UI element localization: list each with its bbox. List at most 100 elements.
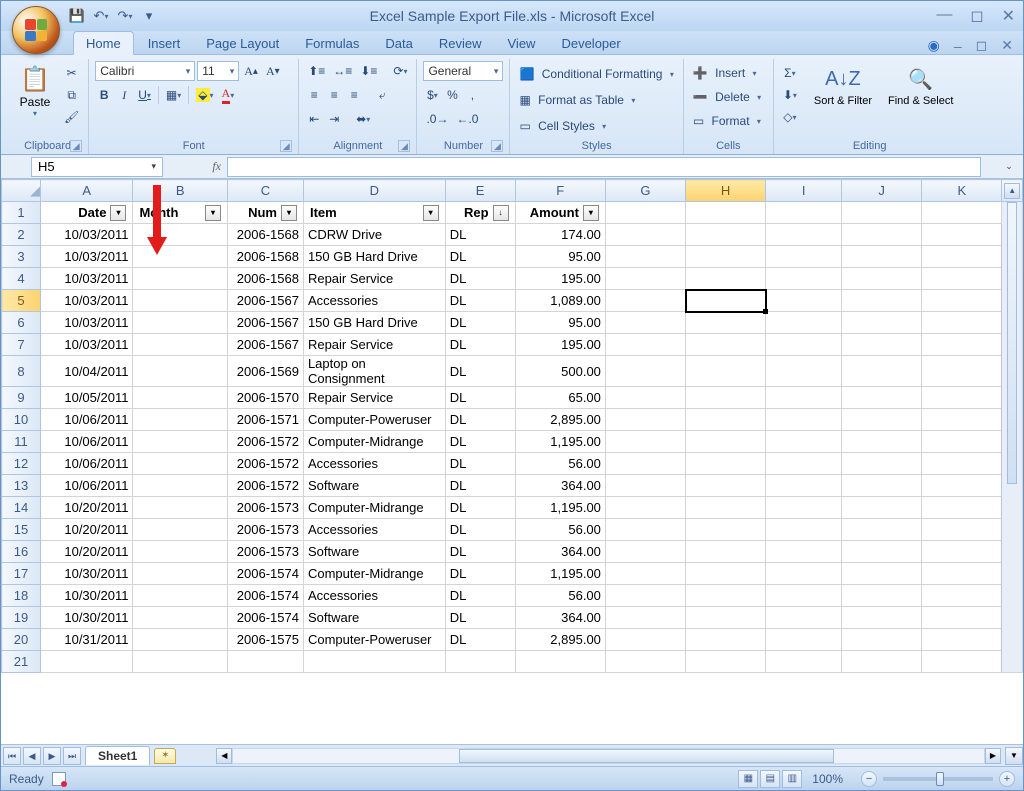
row-header-2[interactable]: 2 <box>2 224 41 246</box>
cell-D17[interactable]: Computer-Midrange <box>303 563 445 585</box>
row-header-19[interactable]: 19 <box>2 607 41 629</box>
hscroll-right-icon[interactable]: ▶ <box>985 748 1001 764</box>
cell-D7[interactable]: Repair Service <box>303 334 445 356</box>
save-icon[interactable]: 💾 <box>69 8 85 24</box>
cell-G16[interactable] <box>605 541 685 563</box>
col-header-H[interactable]: H <box>686 180 766 202</box>
copy-icon[interactable]: ⧉ <box>61 85 82 105</box>
clear-icon[interactable]: ◇▾ <box>780 107 800 127</box>
row-header-16[interactable]: 16 <box>2 541 41 563</box>
cell-B15[interactable] <box>133 519 227 541</box>
cell-K2[interactable] <box>922 224 1002 246</box>
cell-I2[interactable] <box>766 224 842 246</box>
font-name-combo[interactable]: Calibri▾ <box>95 61 195 81</box>
conditional-formatting-button[interactable]: 🟦 Conditional Formatting ▾ <box>516 63 676 85</box>
cell-K12[interactable] <box>922 453 1002 475</box>
cell-E17[interactable]: DL <box>445 563 515 585</box>
cell-J6[interactable] <box>842 312 922 334</box>
align-middle-icon[interactable]: ↔≡ <box>330 61 355 81</box>
cell-B6[interactable] <box>133 312 227 334</box>
cell-F19[interactable]: 364.00 <box>515 607 605 629</box>
cell-E9[interactable]: DL <box>445 387 515 409</box>
cell-C12[interactable]: 2006-1572 <box>227 453 303 475</box>
cell-B9[interactable] <box>133 387 227 409</box>
align-center-icon[interactable]: ≡ <box>325 85 343 105</box>
cell-G4[interactable] <box>605 268 685 290</box>
vscroll-thumb[interactable] <box>1007 202 1017 484</box>
cell-C19[interactable]: 2006-1574 <box>227 607 303 629</box>
cell-E14[interactable]: DL <box>445 497 515 519</box>
cell-J19[interactable] <box>842 607 922 629</box>
cell-K16[interactable] <box>922 541 1002 563</box>
cell-F10[interactable]: 2,895.00 <box>515 409 605 431</box>
cell-J21[interactable] <box>842 651 922 673</box>
cell-I21[interactable] <box>766 651 842 673</box>
cell-I13[interactable] <box>766 475 842 497</box>
cell-B5[interactable] <box>133 290 227 312</box>
cell-G14[interactable] <box>605 497 685 519</box>
italic-button[interactable]: I <box>115 85 133 105</box>
cell-B1[interactable]: Month▾ <box>133 202 227 224</box>
cell-G1[interactable] <box>605 202 685 224</box>
row-header-20[interactable]: 20 <box>2 629 41 651</box>
cell-B21[interactable] <box>133 651 227 673</box>
zoom-out-button[interactable]: − <box>861 771 877 787</box>
cell-G19[interactable] <box>605 607 685 629</box>
cell-B12[interactable] <box>133 453 227 475</box>
cut-icon[interactable]: ✂ <box>61 63 82 83</box>
cell-G9[interactable] <box>605 387 685 409</box>
cell-I11[interactable] <box>766 431 842 453</box>
cell-B7[interactable] <box>133 334 227 356</box>
cell-A14[interactable]: 10/20/2011 <box>41 497 133 519</box>
cell-D13[interactable]: Software <box>303 475 445 497</box>
number-dialog-launcher[interactable]: ◢ <box>491 140 503 152</box>
cell-E2[interactable]: DL <box>445 224 515 246</box>
cell-I17[interactable] <box>766 563 842 585</box>
cell-E4[interactable]: DL <box>445 268 515 290</box>
cell-styles-button[interactable]: ▭ Cell Styles ▾ <box>516 115 609 137</box>
cell-K18[interactable] <box>922 585 1002 607</box>
format-cells-button[interactable]: ▭ Format ▾ <box>690 111 764 131</box>
sort-filter-button[interactable]: A↓Z Sort & Filter <box>808 61 878 109</box>
cell-A6[interactable]: 10/03/2011 <box>41 312 133 334</box>
cell-E21[interactable] <box>445 651 515 673</box>
cell-C15[interactable]: 2006-1573 <box>227 519 303 541</box>
clipboard-dialog-launcher[interactable]: ◢ <box>70 140 82 152</box>
filter-button-D[interactable]: ▾ <box>423 205 439 221</box>
cell-B10[interactable] <box>133 409 227 431</box>
cell-H15[interactable] <box>686 519 766 541</box>
vscroll-up-cell[interactable]: ▲ <box>1002 180 1023 202</box>
cell-F1[interactable]: Amount▾ <box>515 202 605 224</box>
cell-G17[interactable] <box>605 563 685 585</box>
cell-H14[interactable] <box>686 497 766 519</box>
cell-I18[interactable] <box>766 585 842 607</box>
normal-view-button[interactable]: ▦ <box>738 770 758 788</box>
row-header-14[interactable]: 14 <box>2 497 41 519</box>
ribbon-tab-developer[interactable]: Developer <box>549 32 632 54</box>
insert-cells-button[interactable]: ➕ Insert ▾ <box>690 63 760 83</box>
new-sheet-button[interactable]: ✶ <box>154 748 176 764</box>
cell-E20[interactable]: DL <box>445 629 515 651</box>
formula-input[interactable] <box>227 157 981 177</box>
cell-G20[interactable] <box>605 629 685 651</box>
ribbon-tab-home[interactable]: Home <box>73 31 134 55</box>
tab-scroll-next[interactable]: ▶ <box>43 747 61 765</box>
cell-F17[interactable]: 1,195.00 <box>515 563 605 585</box>
cell-J4[interactable] <box>842 268 922 290</box>
cell-J17[interactable] <box>842 563 922 585</box>
ribbon-tab-formulas[interactable]: Formulas <box>293 32 371 54</box>
cell-E5[interactable]: DL <box>445 290 515 312</box>
decrease-decimal-icon[interactable]: ←.0 <box>453 109 481 129</box>
tab-scroll-last[interactable]: ⏭ <box>63 747 81 765</box>
maximize-button[interactable]: ◻ <box>970 6 983 26</box>
cell-C21[interactable] <box>227 651 303 673</box>
cell-F14[interactable]: 1,195.00 <box>515 497 605 519</box>
cell-I20[interactable] <box>766 629 842 651</box>
format-painter-icon[interactable]: 🖌 <box>61 107 82 127</box>
cell-K10[interactable] <box>922 409 1002 431</box>
font-color-button[interactable]: A▾ <box>219 85 238 105</box>
cell-E11[interactable]: DL <box>445 431 515 453</box>
cell-K20[interactable] <box>922 629 1002 651</box>
cell-C18[interactable]: 2006-1574 <box>227 585 303 607</box>
name-box[interactable]: H5▾ <box>31 157 163 177</box>
